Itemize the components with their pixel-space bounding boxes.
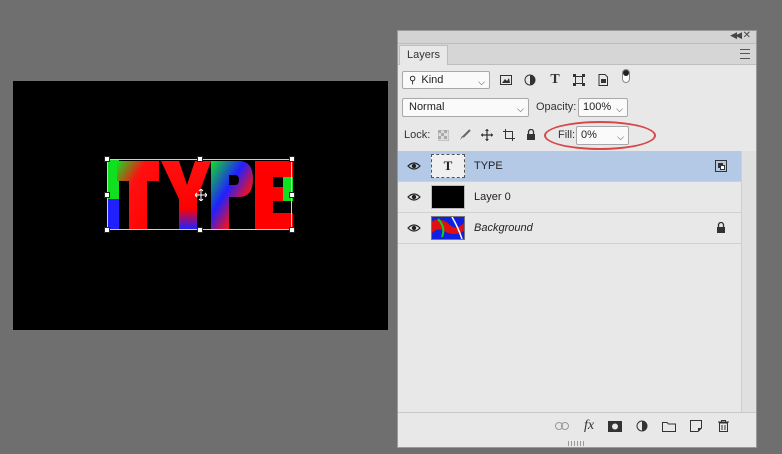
panel-title-strip[interactable]: ◀◀ ✕ (398, 30, 756, 44)
panel-tab-bar: Layers (398, 44, 756, 65)
layers-bottom-toolbar: fx (398, 412, 756, 439)
type-filter-icon[interactable]: T (548, 72, 562, 87)
opacity-label: Opacity: (536, 101, 577, 113)
move-cursor-icon (195, 189, 207, 201)
add-mask-icon[interactable] (607, 418, 623, 434)
filter-kind-select[interactable]: ⚲ Kind ⌵ (402, 71, 490, 89)
delete-layer-icon[interactable] (715, 418, 731, 434)
layer-row-type[interactable]: T TYPE (398, 151, 742, 182)
layers-list: T TYPE Layer 0 Background (398, 151, 742, 413)
visibility-eye-icon[interactable] (407, 191, 421, 203)
tab-layers[interactable]: Layers (399, 45, 449, 65)
adjustment-layer-icon[interactable] (634, 418, 650, 434)
blend-mode-select[interactable]: Normal ⌵ (402, 98, 529, 117)
chevron-down-icon: ⌵ (517, 104, 524, 114)
layer-row-background[interactable]: Background (398, 213, 742, 244)
layer-name[interactable]: Background (474, 222, 533, 234)
layer0-thumbnail (431, 185, 465, 209)
blend-mode-value: Normal (409, 101, 445, 113)
filter-toggle-icon[interactable] (619, 69, 633, 83)
close-panel-icon[interactable]: ✕ (743, 30, 751, 41)
layer-row-layer0[interactable]: Layer 0 (398, 182, 742, 213)
type-layer-thumbnail: T (431, 154, 465, 178)
linked-smart-icon (714, 159, 728, 173)
layers-panel: ◀◀ ✕ Layers ⚲ Kind ⌵ T Normal ⌵ Opacity:… (397, 30, 757, 448)
lock-position-icon[interactable] (480, 128, 494, 142)
shape-filter-icon[interactable] (572, 73, 586, 87)
filter-kind-value: Kind (421, 74, 444, 86)
lock-all-icon[interactable] (524, 128, 538, 142)
transform-handle-top[interactable] (197, 156, 203, 162)
panel-menu-icon[interactable] (740, 49, 750, 59)
transform-handle-top-right[interactable] (289, 156, 295, 162)
transform-handle-bottom-right[interactable] (289, 227, 295, 233)
transform-handle-bottom-left[interactable] (104, 227, 110, 233)
lock-image-pixels-icon[interactable] (458, 128, 472, 142)
opacity-value: 100% (583, 101, 612, 113)
transform-handle-left[interactable] (104, 192, 110, 198)
layers-scrollbar[interactable] (741, 151, 756, 413)
background-thumbnail (431, 216, 465, 240)
link-layers-icon[interactable] (554, 418, 570, 434)
transform-handle-top-left[interactable] (104, 156, 110, 162)
opacity-field[interactable]: 100% ⌵ (578, 98, 628, 117)
collapse-panel-icon[interactable]: ◀◀ (730, 30, 742, 41)
fx-icon[interactable]: fx (581, 418, 597, 434)
panel-resize-grip[interactable] (568, 441, 586, 446)
new-layer-icon[interactable] (688, 418, 704, 434)
layer-name[interactable]: TYPE (474, 160, 503, 172)
chevron-down-icon: ⌵ (478, 77, 485, 87)
lock-transparent-pixels-icon[interactable] (436, 128, 450, 142)
lock-icon (714, 221, 728, 235)
new-group-icon[interactable] (661, 418, 677, 434)
fill-highlight-ellipse (544, 121, 656, 150)
transform-handle-right[interactable] (289, 192, 295, 198)
image-filter-icon[interactable] (499, 73, 513, 87)
visibility-eye-icon[interactable] (407, 160, 421, 172)
search-icon: ⚲ (409, 75, 417, 86)
transform-handle-bottom[interactable] (197, 227, 203, 233)
layer-name[interactable]: Layer 0 (474, 191, 511, 203)
smart-object-filter-icon[interactable] (596, 73, 610, 87)
visibility-eye-icon[interactable] (407, 222, 421, 234)
chevron-down-icon: ⌵ (616, 104, 623, 114)
adjustment-filter-icon[interactable] (523, 73, 537, 87)
lock-artboard-icon[interactable] (502, 128, 516, 142)
lock-label: Lock: (404, 129, 431, 141)
